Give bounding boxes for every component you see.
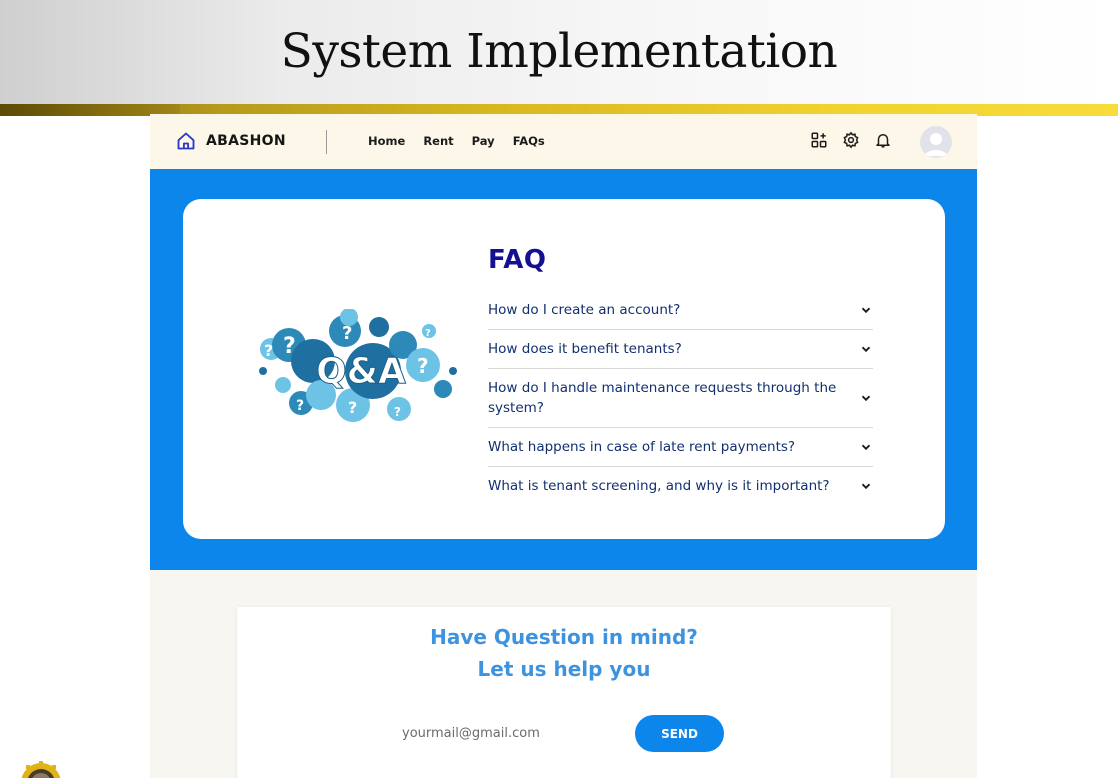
svg-text:?: ? (394, 405, 401, 419)
chevron-down-icon[interactable] (859, 391, 873, 405)
slide: System Implementation ABASHON Home Rent … (0, 0, 1118, 778)
faq-question: How do I create an account? (488, 302, 681, 318)
chevron-down-icon[interactable] (859, 303, 873, 317)
faq-item[interactable]: How do I create an account? (488, 291, 873, 330)
svg-text:?: ? (425, 328, 431, 339)
faq-item[interactable]: How do I handle maintenance requests thr… (488, 369, 873, 428)
help-heading-line2: Let us help you (477, 657, 651, 681)
faq-card: ? ? ? ? ? ? ? ? Q&A FAQ How do I create … (183, 199, 945, 539)
help-heading-line1: Have Question in mind? (430, 625, 698, 649)
svg-text:?: ? (283, 334, 296, 359)
svg-text:?: ? (417, 354, 429, 378)
faq-question: How does it benefit tenants? (488, 341, 682, 357)
svg-text:?: ? (264, 341, 273, 360)
nav-icons (810, 131, 892, 149)
faq-title: FAQ (488, 245, 547, 275)
help-card: Have Question in mind? Let us help you S… (237, 607, 891, 778)
apps-add-icon[interactable] (810, 131, 828, 149)
nav-link-home[interactable]: Home (368, 134, 405, 148)
faq-question: What is tenant screening, and why is it … (488, 478, 830, 494)
nav-divider (326, 130, 327, 154)
bell-icon[interactable] (874, 131, 892, 149)
home-icon (177, 132, 195, 150)
faq-item[interactable]: What is tenant screening, and why is it … (488, 467, 873, 499)
nav-link-pay[interactable]: Pay (472, 134, 495, 148)
slide-header: System Implementation (0, 0, 1118, 104)
slide-title: System Implementation (280, 24, 838, 79)
user-avatar-icon (925, 133, 947, 156)
faq-item[interactable]: How does it benefit tenants? (488, 330, 873, 369)
chevron-down-icon[interactable] (859, 479, 873, 493)
nav-links: Home Rent Pay FAQs (368, 134, 545, 148)
navbar: ABASHON Home Rent Pay FAQs (150, 114, 977, 169)
institution-logo (21, 761, 61, 778)
qa-illustration: ? ? ? ? ? ? ? ? Q&A (259, 309, 457, 422)
nav-link-faqs[interactable]: FAQs (513, 134, 545, 148)
app-screenshot: ABASHON Home Rent Pay FAQs ? ? ? ? ? ? ?… (150, 114, 977, 778)
send-button[interactable]: SEND (635, 715, 724, 752)
faq-question: How do I handle maintenance requests thr… (488, 380, 837, 416)
chevron-down-icon[interactable] (859, 440, 873, 454)
nav-link-rent[interactable]: Rent (423, 134, 453, 148)
chevron-down-icon[interactable] (859, 342, 873, 356)
faq-question: What happens in case of late rent paymen… (488, 439, 796, 455)
svg-text:?: ? (296, 398, 304, 414)
faq-section: ? ? ? ? ? ? ? ? Q&A FAQ How do I create … (150, 169, 977, 570)
faq-list: How do I create an account? How does it … (488, 291, 873, 499)
svg-text:?: ? (348, 398, 357, 417)
faq-item[interactable]: What happens in case of late rent paymen… (488, 428, 873, 467)
brand[interactable]: ABASHON (176, 131, 286, 151)
brand-name: ABASHON (206, 133, 286, 149)
qa-text: Q&A (316, 351, 406, 392)
email-input[interactable] (402, 719, 602, 747)
gear-icon[interactable] (842, 131, 860, 149)
avatar[interactable] (920, 126, 952, 158)
svg-text:?: ? (342, 323, 352, 344)
